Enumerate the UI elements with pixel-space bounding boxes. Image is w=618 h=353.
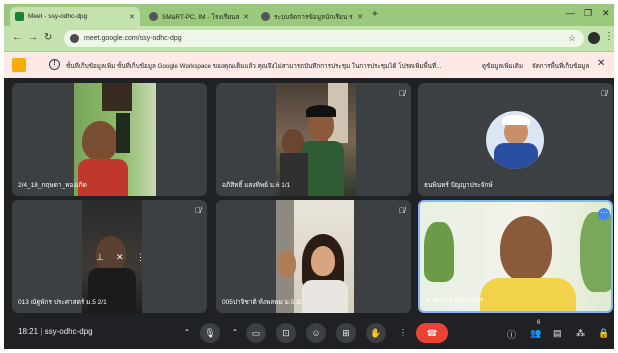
participant-name: นายเนวิศ คุณยาสาร [426, 297, 484, 304]
chat-icon[interactable]: ▤ [553, 328, 562, 339]
participant-tile-3[interactable]: 🎙̸ ธนพินทร์ ปัญญาประจักษ์ [418, 83, 613, 196]
participant-name: 2/4_18_กฤษดา_ทองเกิด [18, 182, 87, 189]
meet-window: Meet - ssy-odhc-dpg ✕ SMaRT-PC, IM - โรง… [4, 4, 614, 349]
participant-count: 6 [537, 320, 541, 326]
storage-warning-banner: ! ขั้นที่เก็บข้อมูลเพิ่ม ขั้นที่เก็บข้อม… [4, 52, 614, 78]
leave-call-button[interactable]: ☎ [416, 323, 448, 343]
reload-icon[interactable]: ↻ [44, 32, 52, 43]
present-screen-icon[interactable]: ⊞ [336, 323, 356, 343]
browser-tab-smart[interactable]: SMaRT-PC, IM - โรงเรียนสตรี... ✕ [144, 7, 254, 26]
banner-text: ขั้นที่เก็บข้อมูลเพิ่ม ขั้นที่เก็บข้อมูล… [66, 63, 442, 70]
tab-close-icon[interactable]: ✕ [243, 13, 249, 21]
more-options-icon[interactable]: ⋯ [598, 208, 610, 220]
participant-tile-5[interactable]: 🎙̸ 005ปาจิชาติ ทั่งพลพม ม.5 2/1 [216, 200, 411, 313]
tab-title: Meet - ssy-odhc-dpg [28, 13, 88, 20]
forward-icon[interactable]: → [28, 32, 38, 43]
bookmark-star-icon[interactable]: ☆ [568, 33, 576, 44]
url-text: meet.google.com/ssy-odhc-dpg [84, 35, 182, 42]
meeting-details-icon[interactable]: ⓘ [507, 328, 516, 341]
address-bar[interactable]: meet.google.com/ssy-odhc-dpg ☆ [64, 30, 584, 47]
info-icon: ! [49, 59, 60, 70]
activities-icon[interactable]: ⁂ [576, 328, 585, 339]
people-icon[interactable]: 👥 [530, 328, 541, 339]
meeting-controls-bar: 18:21 | ssy-odhc-dpg ⌃ 🎙 ⌃ ▭ ⊡ ☺ ⊞ ✋ ⋮ ☎… [4, 315, 614, 349]
participant-tile-2[interactable]: 🎙̸ อภิสิทธิ์ แสงทิพย์ ม.6 1/1 [216, 83, 411, 196]
video-feed [116, 113, 130, 153]
participant-face [278, 250, 296, 278]
tab-close-icon[interactable]: ✕ [129, 13, 135, 21]
participant-face [500, 216, 552, 282]
video-feed [424, 222, 454, 282]
audio-options-chevron-icon[interactable]: ⌃ [180, 323, 194, 343]
raise-hand-icon[interactable]: ✋ [366, 323, 386, 343]
participant-face [82, 121, 118, 161]
participant-shirt [78, 159, 128, 196]
host-controls-icon[interactable]: 🔒 [598, 328, 609, 339]
participant-name: 005ปาจิชาติ ทั่งพลพม ม.5 2/1 [222, 299, 306, 306]
participant-tile-6[interactable]: ⋯ นายเนวิศ คุณยาสาร [418, 200, 613, 313]
restore-icon[interactable]: ❐ [584, 8, 592, 19]
back-icon[interactable]: ← [12, 32, 22, 43]
participant-name: อภิสิทธิ์ แสงทิพย์ ม.6 1/1 [222, 182, 291, 189]
video-options-chevron-icon[interactable]: ⌃ [228, 323, 242, 343]
more-options-icon[interactable]: ⋮ [396, 323, 410, 343]
participant-face [282, 129, 304, 155]
participant-name: ธนพินทร์ ปัญญาประจักษ์ [424, 182, 493, 189]
browser-tab-student[interactable]: ระบบจัดการข้อมูลนักเรียน ระดับ... ✕ [256, 7, 368, 26]
camera-icon[interactable]: ▭ [246, 323, 266, 343]
participant-hair [306, 105, 336, 117]
mic-off-icon: 🎙̸ [399, 89, 405, 98]
participant-tile-4[interactable]: ⊥ ✕ ⋮ 🎙̸ 013 ณัฐพักร ประศาสตร์ ม.5 2/1 [12, 200, 207, 313]
browser-menu-icon[interactable]: ⋮ [604, 31, 614, 42]
more-options-icon[interactable]: ⋮ [136, 252, 145, 263]
tab-close-icon[interactable]: ✕ [357, 13, 363, 21]
meeting-time-info: 18:21 | ssy-odhc-dpg [18, 327, 93, 336]
emoji-reaction-icon[interactable]: ☺ [306, 323, 326, 343]
learn-more-link[interactable]: ดูข้อมูลเพิ่มเติม [482, 61, 523, 71]
globe-icon [149, 12, 158, 21]
manage-storage-link[interactable]: จัดการพื้นที่เก็บข้อมูล [532, 61, 589, 71]
meeting-time: 18:21 [18, 327, 39, 336]
profile-avatar[interactable] [588, 32, 600, 44]
browser-toolbar: ← → ↻ meet.google.com/ssy-odhc-dpg ☆ ⋮ [4, 26, 614, 52]
new-tab-icon[interactable]: + [372, 9, 378, 20]
meeting-code: ssy-odhc-dpg [44, 327, 93, 336]
microphone-icon[interactable]: 🎙 [200, 323, 220, 343]
window-close-icon[interactable]: ✕ [602, 8, 610, 19]
mic-off-icon: 🎙̸ [399, 206, 405, 215]
participant-shirt [302, 280, 348, 313]
tab-title: SMaRT-PC, IM - โรงเรียนสตรี... [162, 13, 240, 21]
participant-name: 013 ณัฐพักร ประศาสตร์ ม.5 2/1 [18, 299, 107, 306]
minimize-icon[interactable]: — [566, 8, 575, 18]
video-feed [102, 83, 132, 111]
avatar [486, 111, 544, 169]
video-feed [580, 212, 611, 292]
globe-icon [261, 12, 270, 21]
banner-close-icon[interactable]: ✕ [597, 58, 605, 69]
pin-icon[interactable]: ⊥ [96, 252, 104, 263]
participant-face [311, 246, 335, 276]
browser-tab-meet[interactable]: Meet - ssy-odhc-dpg ✕ [10, 7, 140, 26]
mic-off-icon: 🎙̸ [195, 206, 201, 215]
participant-shirt [480, 278, 576, 311]
site-info-icon[interactable] [70, 34, 79, 43]
notification-icon [12, 58, 26, 72]
mic-off-icon: 🎙̸ [601, 89, 607, 98]
meet-favicon-icon [15, 12, 24, 21]
browser-tab-strip: Meet - ssy-odhc-dpg ✕ SMaRT-PC, IM - โรง… [4, 4, 614, 26]
captions-icon[interactable]: ⊡ [276, 323, 296, 343]
participant-tile-1[interactable]: 2/4_18_กฤษดา_ทองเกิด [12, 83, 207, 196]
mute-participant-icon[interactable]: ✕ [116, 252, 124, 263]
tab-title: ระบบจัดการข้อมูลนักเรียน ระดับ... [274, 13, 353, 21]
